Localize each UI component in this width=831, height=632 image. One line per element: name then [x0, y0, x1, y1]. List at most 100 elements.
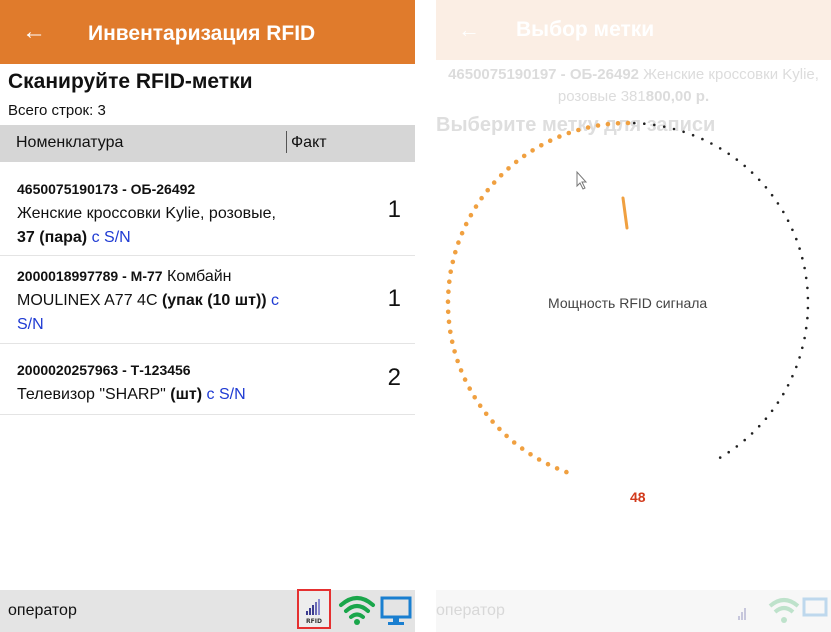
- item-name: Телевизор "SHARP": [17, 386, 171, 403]
- monitor-icon[interactable]: [380, 595, 412, 627]
- gauge-dot-dark: [770, 193, 774, 197]
- table-row[interactable]: 4650075190173 - ОБ-26492 Женские кроссов…: [0, 163, 415, 256]
- gauge-dot-dark: [757, 178, 761, 182]
- gauge-dot-orange: [483, 411, 489, 417]
- wifi-icon[interactable]: [338, 594, 376, 626]
- gauge-dot-dark: [718, 456, 722, 459]
- gauge-dot-dark: [743, 438, 746, 442]
- gauge-dot-orange: [564, 469, 569, 475]
- item-code: 2000018997789 - М-77: [17, 268, 163, 284]
- gauge-dot-dark: [770, 409, 774, 413]
- item-code: 4650075190173 - ОБ-26492: [17, 181, 196, 197]
- gauge-dot-dark: [795, 365, 798, 369]
- gauge-dot-dark: [764, 417, 768, 421]
- item-unit: (шт): [170, 386, 203, 403]
- gauge-dot-dark: [718, 147, 722, 150]
- gauge-dot-orange: [539, 143, 544, 148]
- gauge-dot-orange: [513, 159, 519, 165]
- gauge-dot-orange: [506, 166, 511, 171]
- gauge-dot-orange: [585, 125, 591, 130]
- gauge-dot-orange: [459, 230, 465, 236]
- back-arrow-icon[interactable]: ←: [458, 12, 480, 48]
- gauge-dot-dark: [798, 247, 801, 250]
- column-header-fact: Факт: [291, 134, 327, 151]
- signal-power-value: 48: [630, 489, 646, 505]
- operator-label: оператор: [436, 602, 505, 619]
- gauge-dot-orange: [445, 299, 451, 304]
- gauge-dot-orange: [576, 127, 581, 133]
- gauge-dot-orange: [446, 289, 451, 294]
- gauge-dot-orange: [625, 120, 631, 126]
- gauge-dot-dark: [806, 286, 809, 290]
- gauge-dot-orange: [547, 138, 553, 143]
- cursor-icon: [576, 170, 588, 190]
- item-name: Женские кроссовки Kylie, розовые,: [17, 205, 276, 222]
- gauge-dot-dark: [801, 346, 804, 350]
- gauge-dot-dark: [653, 123, 656, 127]
- gauge-dot-dark: [750, 432, 754, 435]
- inventory-screen: ← Инвентаризация RFID Сканируйте RFID-ме…: [0, 0, 415, 632]
- gauge-dot-orange: [615, 121, 621, 126]
- gauge-dot-dark: [798, 356, 801, 359]
- gauge-dot-dark: [782, 392, 785, 396]
- gauge-dot-orange: [458, 368, 464, 373]
- wifi-icon: [768, 598, 800, 623]
- gauge-dot-orange: [511, 440, 517, 445]
- gauge-dot-orange: [554, 466, 560, 471]
- gauge-dot-orange: [446, 319, 452, 325]
- gauge-dot-dark: [710, 142, 713, 145]
- gauge-dot-orange: [521, 153, 527, 159]
- column-divider: [286, 131, 287, 153]
- gauge-dot-dark: [776, 401, 780, 404]
- row-description: 4650075190173 - ОБ-26492 Женские кроссов…: [17, 177, 285, 250]
- signal-power-label: Мощность RFID сигнала: [548, 295, 708, 311]
- gauge-dot-orange: [595, 123, 601, 128]
- gauge-dot-dark: [633, 121, 636, 125]
- rfid-icon: [738, 608, 746, 620]
- gauge-dot-orange: [445, 309, 451, 315]
- gauge-dot-orange: [497, 426, 502, 432]
- gauge-dot-dark: [735, 445, 739, 448]
- gauge-dot-dark: [795, 237, 798, 241]
- gauge-dot-orange: [447, 279, 452, 284]
- gauge-dot-dark: [791, 374, 794, 378]
- gauge-dot-dark: [786, 384, 790, 387]
- row-description: 2000020257963 - Т-123456 Телевизор "SHAR…: [17, 358, 285, 407]
- app-header: ← Инвентаризация RFID: [0, 0, 415, 64]
- gauge-dot-orange: [448, 329, 453, 335]
- gauge-dot-dark: [803, 266, 806, 270]
- page-title: Сканируйте RFID-метки: [8, 70, 253, 93]
- rfid-icon[interactable]: RFID: [297, 589, 331, 629]
- gauge-dot-orange: [453, 249, 458, 255]
- serial-number-link[interactable]: с S/N: [92, 229, 131, 246]
- gauge-dot-dark: [691, 133, 695, 137]
- app-header: ← Выбор метки: [436, 0, 831, 60]
- table-header: Номенклатура Факт: [0, 125, 415, 162]
- gauge-dot-orange: [528, 452, 533, 457]
- item-code: 4650075190197 - ОБ-26492: [448, 66, 639, 83]
- screen-divider: [416, 0, 436, 632]
- table-row[interactable]: 2000020257963 - Т-123456 Телевизор "SHAR…: [0, 344, 415, 415]
- gauge-dot-orange: [450, 259, 456, 265]
- table-row[interactable]: 2000018997789 - М-77 Комбайн MOULINEX A7…: [0, 256, 415, 344]
- back-arrow-icon[interactable]: ←: [22, 14, 46, 50]
- gauge-dot-dark: [801, 256, 804, 260]
- serial-number-link[interactable]: с S/N: [207, 386, 246, 403]
- header-title: Выбор метки: [516, 18, 655, 41]
- gauge-dot-orange: [479, 195, 484, 201]
- gauge-dot-dark: [672, 127, 676, 131]
- gauge-dot-orange: [463, 221, 469, 227]
- gauge-dot-dark: [804, 326, 808, 330]
- total-rows: Всего строк: 3: [8, 102, 106, 119]
- rfid-label: RFID: [306, 618, 322, 625]
- operator-label: оператор: [8, 602, 77, 619]
- gauge-dot-dark: [806, 316, 809, 320]
- gauge-dot-orange: [490, 419, 495, 424]
- gauge-dot-orange: [452, 349, 457, 354]
- gauge-dot-orange: [477, 403, 483, 409]
- gauge-dot-orange: [472, 395, 477, 400]
- item-unit: (упак (10 шт)): [161, 292, 267, 309]
- column-header-name: Номенклатура: [16, 134, 124, 151]
- gauge-dot-dark: [786, 219, 790, 222]
- gauge-dot-dark: [782, 210, 785, 214]
